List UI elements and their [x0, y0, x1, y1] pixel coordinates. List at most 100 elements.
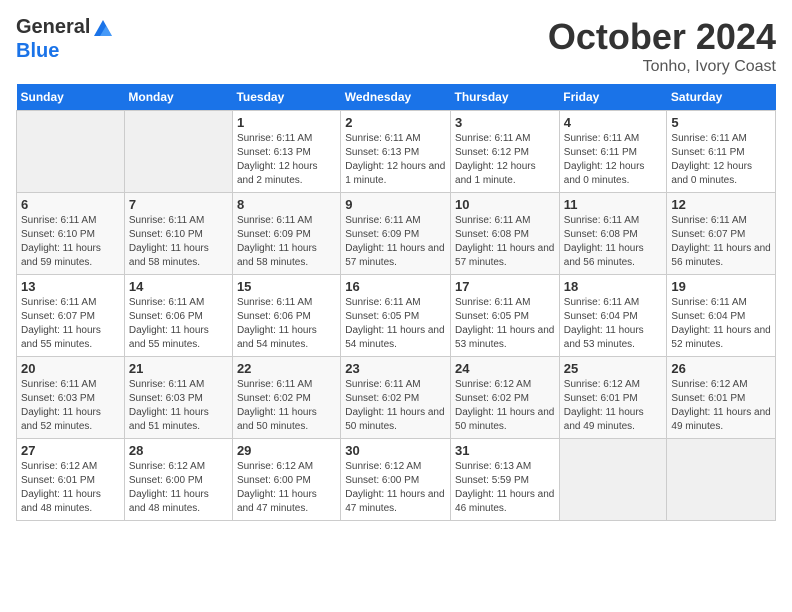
calendar-cell: 9 Sunrise: 6:11 AMSunset: 6:09 PMDaylight… — [341, 193, 451, 275]
day-info: Sunrise: 6:12 AMSunset: 6:02 PMDaylight:… — [455, 378, 555, 434]
calendar-cell: 16 Sunrise: 6:11 AMSunset: 6:05 PMDayligh… — [341, 275, 451, 357]
calendar-cell: 10Sunrise: 6:11 AMSunset: 6:08 PMDayligh… — [451, 193, 560, 275]
page-header: General Blue October 2024 Tonho, Ivory C… — [16, 16, 776, 76]
day-info: Sunrise: 6:11 AMSunset: 6:04 PMDaylight:… — [671, 296, 771, 352]
day-number: 13 — [21, 279, 120, 294]
day-number: 23 — [345, 361, 446, 376]
calendar-cell — [559, 439, 667, 521]
calendar-day-header: Friday — [559, 84, 667, 111]
logo-general: General — [16, 16, 114, 40]
calendar-header-row: SundayMondayTuesdayWednesdayThursdayFrid… — [17, 84, 776, 111]
day-info: Sunrise: 6:11 AMSunset: 6:08 PMDaylight:… — [564, 214, 663, 270]
day-info: Sunrise: 6:11 AMSunset: 6:02 PMDaylight:… — [345, 378, 446, 434]
day-number: 20 — [21, 361, 120, 376]
day-info: Sunrise: 6:11 AMSunset: 6:13 PMDaylight:… — [237, 132, 336, 188]
day-number: 18 — [564, 279, 663, 294]
calendar-cell: 23 Sunrise: 6:11 AMSunset: 6:02 PMDayligh… — [341, 357, 451, 439]
title-section: October 2024 Tonho, Ivory Coast — [548, 16, 776, 76]
calendar-cell: 12 Sunrise: 6:11 AMSunset: 6:07 PMDayligh… — [667, 193, 776, 275]
day-number: 1 — [237, 115, 336, 130]
calendar-cell — [124, 111, 232, 193]
calendar-cell: 8 Sunrise: 6:11 AMSunset: 6:09 PMDaylight… — [232, 193, 340, 275]
calendar-cell: 20 Sunrise: 6:11 AMSunset: 6:03 PMDayligh… — [17, 357, 125, 439]
day-number: 30 — [345, 443, 446, 458]
day-info: Sunrise: 6:11 AMSunset: 6:09 PMDaylight:… — [345, 214, 446, 270]
logo-icon — [92, 18, 114, 40]
day-info: Sunrise: 6:11 AMSunset: 6:06 PMDaylight:… — [237, 296, 336, 352]
calendar-week-row: 20 Sunrise: 6:11 AMSunset: 6:03 PMDayligh… — [17, 357, 776, 439]
calendar-cell: 18 Sunrise: 6:11 AMSunset: 6:04 PMDayligh… — [559, 275, 667, 357]
calendar-cell: 2 Sunrise: 6:11 AMSunset: 6:13 PMDaylight… — [341, 111, 451, 193]
day-number: 9 — [345, 197, 446, 212]
day-info: Sunrise: 6:11 AMSunset: 6:03 PMDaylight:… — [129, 378, 228, 434]
day-number: 15 — [237, 279, 336, 294]
calendar-cell: 5Sunrise: 6:11 AMSunset: 6:11 PMDaylight… — [667, 111, 776, 193]
day-info: Sunrise: 6:12 AMSunset: 6:01 PMDaylight:… — [564, 378, 663, 434]
day-info: Sunrise: 6:11 AMSunset: 6:09 PMDaylight:… — [237, 214, 336, 270]
day-info: Sunrise: 6:11 AMSunset: 6:02 PMDaylight:… — [237, 378, 336, 434]
day-number: 12 — [671, 197, 771, 212]
day-number: 3 — [455, 115, 555, 130]
calendar-cell: 19 Sunrise: 6:11 AMSunset: 6:04 PMDayligh… — [667, 275, 776, 357]
calendar-cell: 6 Sunrise: 6:11 AMSunset: 6:10 PMDaylight… — [17, 193, 125, 275]
day-number: 16 — [345, 279, 446, 294]
day-number: 8 — [237, 197, 336, 212]
day-info: Sunrise: 6:11 AMSunset: 6:05 PMDaylight:… — [455, 296, 555, 352]
day-info: Sunrise: 6:11 AMSunset: 6:10 PMDaylight:… — [21, 214, 120, 270]
day-number: 5 — [671, 115, 771, 130]
calendar-cell: 4 Sunrise: 6:11 AMSunset: 6:11 PMDaylight… — [559, 111, 667, 193]
day-info: Sunrise: 6:12 AMSunset: 6:01 PMDaylight:… — [671, 378, 771, 434]
location: Tonho, Ivory Coast — [548, 58, 776, 76]
day-info: Sunrise: 6:11 AMSunset: 6:12 PMDaylight:… — [455, 132, 555, 188]
calendar-week-row: 13Sunrise: 6:11 AMSunset: 6:07 PMDayligh… — [17, 275, 776, 357]
day-number: 31 — [455, 443, 555, 458]
calendar-week-row: 1 Sunrise: 6:11 AMSunset: 6:13 PMDaylight… — [17, 111, 776, 193]
calendar-week-row: 6 Sunrise: 6:11 AMSunset: 6:10 PMDaylight… — [17, 193, 776, 275]
calendar-cell: 13Sunrise: 6:11 AMSunset: 6:07 PMDayligh… — [17, 275, 125, 357]
logo-blue: Blue — [16, 40, 114, 62]
day-info: Sunrise: 6:11 AMSunset: 6:03 PMDaylight:… — [21, 378, 120, 434]
day-number: 4 — [564, 115, 663, 130]
logo-text: General Blue — [16, 16, 114, 62]
day-info: Sunrise: 6:12 AMSunset: 6:00 PMDaylight:… — [345, 460, 446, 516]
calendar-cell — [17, 111, 125, 193]
day-info: Sunrise: 6:11 AMSunset: 6:07 PMDaylight:… — [671, 214, 771, 270]
day-number: 10 — [455, 197, 555, 212]
day-info: Sunrise: 6:11 AMSunset: 6:10 PMDaylight:… — [129, 214, 228, 270]
calendar-cell: 30 Sunrise: 6:12 AMSunset: 6:00 PMDayligh… — [341, 439, 451, 521]
month-title: October 2024 — [548, 16, 776, 58]
day-number: 6 — [21, 197, 120, 212]
day-info: Sunrise: 6:12 AMSunset: 6:00 PMDaylight:… — [237, 460, 336, 516]
day-number: 11 — [564, 197, 663, 212]
day-info: Sunrise: 6:11 AMSunset: 6:04 PMDaylight:… — [564, 296, 663, 352]
day-info: Sunrise: 6:13 AMSunset: 5:59 PMDaylight:… — [455, 460, 555, 516]
day-number: 25 — [564, 361, 663, 376]
calendar-cell: 15 Sunrise: 6:11 AMSunset: 6:06 PMDayligh… — [232, 275, 340, 357]
calendar-table: SundayMondayTuesdayWednesdayThursdayFrid… — [16, 84, 776, 521]
calendar-cell — [667, 439, 776, 521]
day-info: Sunrise: 6:11 AMSunset: 6:13 PMDaylight:… — [345, 132, 446, 188]
calendar-cell: 3 Sunrise: 6:11 AMSunset: 6:12 PMDaylight… — [451, 111, 560, 193]
day-number: 17 — [455, 279, 555, 294]
calendar-day-header: Tuesday — [232, 84, 340, 111]
calendar-cell: 1 Sunrise: 6:11 AMSunset: 6:13 PMDaylight… — [232, 111, 340, 193]
day-number: 19 — [671, 279, 771, 294]
calendar-cell: 22Sunrise: 6:11 AMSunset: 6:02 PMDayligh… — [232, 357, 340, 439]
calendar-cell: 17 Sunrise: 6:11 AMSunset: 6:05 PMDayligh… — [451, 275, 560, 357]
calendar-day-header: Wednesday — [341, 84, 451, 111]
calendar-cell: 28Sunrise: 6:12 AMSunset: 6:00 PMDayligh… — [124, 439, 232, 521]
logo: General Blue — [16, 16, 114, 62]
calendar-cell: 29 Sunrise: 6:12 AMSunset: 6:00 PMDayligh… — [232, 439, 340, 521]
day-info: Sunrise: 6:12 AMSunset: 6:00 PMDaylight:… — [129, 460, 228, 516]
calendar-cell: 27Sunrise: 6:12 AMSunset: 6:01 PMDayligh… — [17, 439, 125, 521]
day-number: 14 — [129, 279, 228, 294]
day-number: 21 — [129, 361, 228, 376]
day-number: 29 — [237, 443, 336, 458]
day-number: 7 — [129, 197, 228, 212]
calendar-day-header: Sunday — [17, 84, 125, 111]
day-number: 26 — [671, 361, 771, 376]
day-info: Sunrise: 6:11 AMSunset: 6:06 PMDaylight:… — [129, 296, 228, 352]
day-number: 2 — [345, 115, 446, 130]
day-info: Sunrise: 6:11 AMSunset: 6:11 PMDaylight:… — [564, 132, 663, 188]
day-info: Sunrise: 6:11 AMSunset: 6:05 PMDaylight:… — [345, 296, 446, 352]
